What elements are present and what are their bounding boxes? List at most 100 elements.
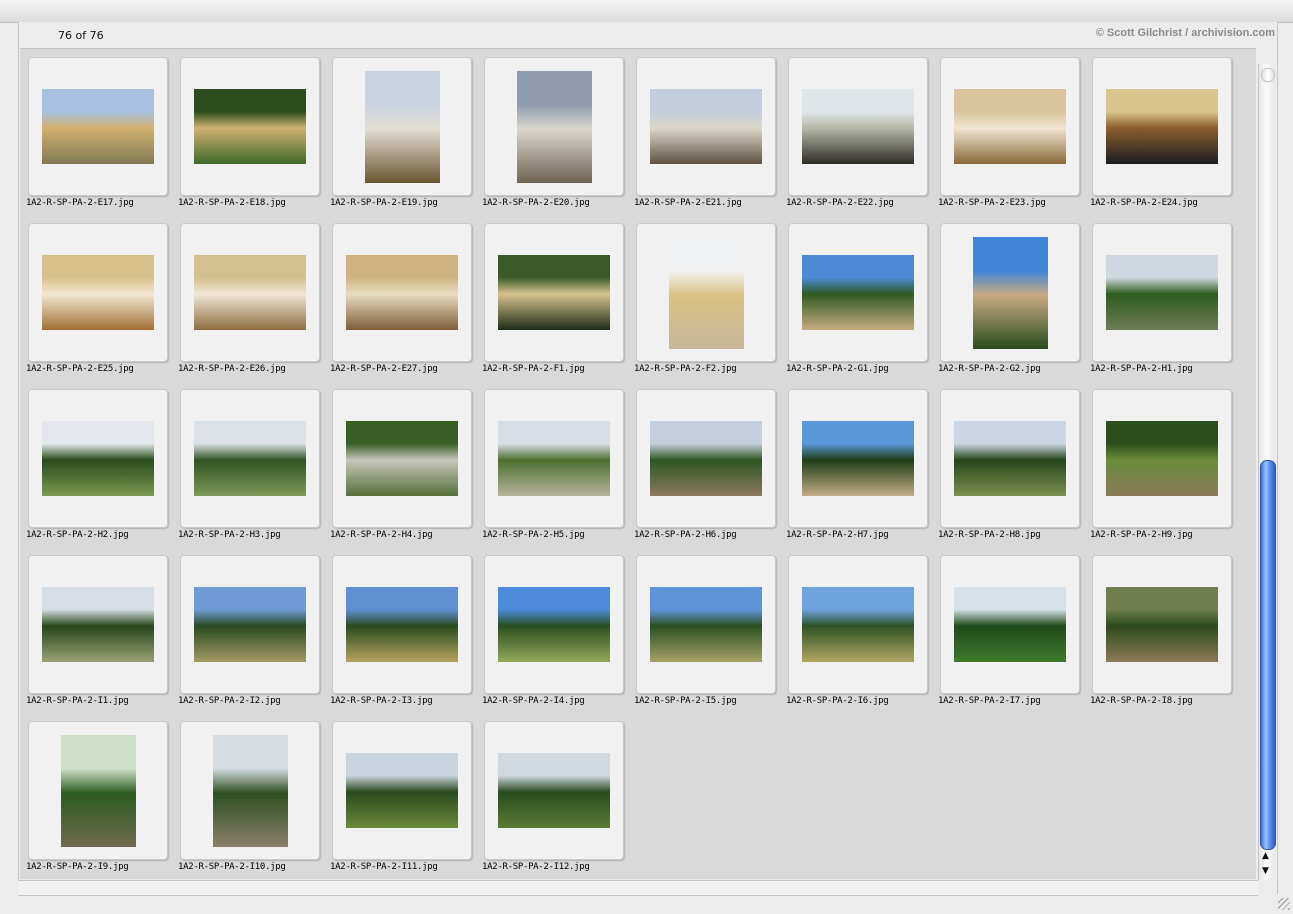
thumbnail-item[interactable]: 1A2-R-SP-PA-2-E17.jpg	[24, 51, 168, 217]
thumbnail-item[interactable]: 1A2-R-SP-PA-2-I11.jpg	[328, 715, 472, 881]
thumbnail-item[interactable]: 1A2-R-SP-PA-2-E25.jpg	[24, 217, 168, 383]
thumbnail-frame[interactable]	[940, 389, 1080, 528]
scrollbar-thumb[interactable]	[1260, 460, 1276, 850]
thumbnail-item[interactable]: 1A2-R-SP-PA-2-I9.jpg	[24, 715, 168, 881]
thumbnail-image[interactable]	[650, 89, 762, 164]
thumbnail-image[interactable]	[1106, 587, 1218, 662]
thumbnail-frame[interactable]	[332, 57, 472, 196]
thumbnail-image[interactable]	[802, 255, 914, 330]
thumbnail-item[interactable]: 1A2-R-SP-PA-2-H2.jpg	[24, 383, 168, 549]
thumbnail-frame[interactable]	[636, 57, 776, 196]
thumbnail-item[interactable]: 1A2-R-SP-PA-2-I7.jpg	[936, 549, 1080, 715]
thumbnail-frame[interactable]	[636, 555, 776, 694]
thumbnail-image[interactable]	[194, 89, 306, 164]
thumbnail-frame[interactable]	[1092, 389, 1232, 528]
thumbnail-frame[interactable]	[28, 721, 168, 860]
thumbnail-image[interactable]	[194, 421, 306, 496]
thumbnail-image[interactable]	[954, 587, 1066, 662]
thumbnail-item[interactable]: 1A2-R-SP-PA-2-H1.jpg	[1088, 217, 1232, 383]
thumbnail-frame[interactable]	[180, 57, 320, 196]
thumbnail-item[interactable]: 1A2-R-SP-PA-2-H5.jpg	[480, 383, 624, 549]
thumbnail-frame[interactable]	[1092, 555, 1232, 694]
thumbnail-item[interactable]: 1A2-R-SP-PA-2-E20.jpg	[480, 51, 624, 217]
thumbnail-item[interactable]: 1A2-R-SP-PA-2-E23.jpg	[936, 51, 1080, 217]
thumbnail-image[interactable]	[346, 753, 458, 828]
thumbnail-frame[interactable]	[484, 555, 624, 694]
thumbnail-image[interactable]	[61, 735, 136, 847]
thumbnail-item[interactable]: 1A2-R-SP-PA-2-H3.jpg	[176, 383, 320, 549]
thumbnail-item[interactable]: 1A2-R-SP-PA-2-I8.jpg	[1088, 549, 1232, 715]
thumbnail-image[interactable]	[42, 421, 154, 496]
thumbnail-item[interactable]: 1A2-R-SP-PA-2-I6.jpg	[784, 549, 928, 715]
thumbnail-image[interactable]	[954, 89, 1066, 164]
thumbnail-image[interactable]	[42, 587, 154, 662]
thumbnail-frame[interactable]	[484, 57, 624, 196]
thumbnail-image[interactable]	[1106, 89, 1218, 164]
thumbnail-item[interactable]: 1A2-R-SP-PA-2-E18.jpg	[176, 51, 320, 217]
thumbnail-frame[interactable]	[636, 389, 776, 528]
thumbnail-frame[interactable]	[28, 555, 168, 694]
thumbnail-image[interactable]	[42, 89, 154, 164]
thumbnail-frame[interactable]	[484, 223, 624, 362]
thumbnail-frame[interactable]	[1092, 223, 1232, 362]
thumbnail-item[interactable]: 1A2-R-SP-PA-2-H6.jpg	[632, 383, 776, 549]
thumbnail-image[interactable]	[498, 753, 610, 828]
thumbnail-frame[interactable]	[332, 721, 472, 860]
thumbnail-frame[interactable]	[180, 555, 320, 694]
thumbnail-image[interactable]	[194, 255, 306, 330]
thumbnail-frame[interactable]	[484, 389, 624, 528]
thumbnail-image[interactable]	[650, 421, 762, 496]
thumbnail-item[interactable]: 1A2-R-SP-PA-2-F2.jpg	[632, 217, 776, 383]
thumbnail-item[interactable]: 1A2-R-SP-PA-2-G2.jpg	[936, 217, 1080, 383]
thumbnail-item[interactable]: 1A2-R-SP-PA-2-E22.jpg	[784, 51, 928, 217]
thumbnail-image[interactable]	[346, 255, 458, 330]
thumbnail-frame[interactable]	[1092, 57, 1232, 196]
thumbnail-image[interactable]	[194, 587, 306, 662]
thumbnail-item[interactable]: 1A2-R-SP-PA-2-G1.jpg	[784, 217, 928, 383]
thumbnail-image[interactable]	[669, 237, 744, 349]
thumbnail-item[interactable]: 1A2-R-SP-PA-2-I10.jpg	[176, 715, 320, 881]
thumbnail-item[interactable]: 1A2-R-SP-PA-2-I2.jpg	[176, 549, 320, 715]
scroll-up-arrow-icon[interactable]: ▲	[1262, 851, 1269, 861]
thumbnail-frame[interactable]	[788, 555, 928, 694]
thumbnail-frame[interactable]	[180, 721, 320, 860]
scroll-down-arrow-icon[interactable]: ▼	[1262, 866, 1269, 876]
thumbnail-item[interactable]: 1A2-R-SP-PA-2-E26.jpg	[176, 217, 320, 383]
thumbnail-item[interactable]: 1A2-R-SP-PA-2-I3.jpg	[328, 549, 472, 715]
thumbnail-frame[interactable]	[484, 721, 624, 860]
thumbnail-image[interactable]	[973, 237, 1048, 349]
thumbnail-item[interactable]: 1A2-R-SP-PA-2-H8.jpg	[936, 383, 1080, 549]
resize-grip-icon[interactable]	[1278, 898, 1290, 910]
thumbnail-item[interactable]: 1A2-R-SP-PA-2-E24.jpg	[1088, 51, 1232, 217]
thumbnail-image[interactable]	[346, 421, 458, 496]
thumbnail-image[interactable]	[1106, 255, 1218, 330]
thumbnail-item[interactable]: 1A2-R-SP-PA-2-I12.jpg	[480, 715, 624, 881]
thumbnail-frame[interactable]	[28, 57, 168, 196]
thumbnail-frame[interactable]	[940, 555, 1080, 694]
thumbnail-frame[interactable]	[940, 223, 1080, 362]
thumbnail-item[interactable]: 1A2-R-SP-PA-2-E21.jpg	[632, 51, 776, 217]
thumbnail-image[interactable]	[498, 421, 610, 496]
thumbnail-frame[interactable]	[28, 223, 168, 362]
thumbnail-frame[interactable]	[180, 389, 320, 528]
thumbnail-image[interactable]	[365, 71, 440, 183]
thumbnail-frame[interactable]	[788, 57, 928, 196]
thumbnail-frame[interactable]	[332, 389, 472, 528]
thumbnail-frame[interactable]	[788, 389, 928, 528]
thumbnail-image[interactable]	[802, 89, 914, 164]
thumbnail-frame[interactable]	[636, 223, 776, 362]
thumbnail-item[interactable]: 1A2-R-SP-PA-2-I4.jpg	[480, 549, 624, 715]
thumbnail-item[interactable]: 1A2-R-SP-PA-2-E27.jpg	[328, 217, 472, 383]
thumbnail-image[interactable]	[802, 587, 914, 662]
thumbnail-image[interactable]	[346, 587, 458, 662]
thumbnail-frame[interactable]	[180, 223, 320, 362]
thumbnail-image[interactable]	[213, 735, 288, 847]
thumbnail-frame[interactable]	[788, 223, 928, 362]
thumbnail-item[interactable]: 1A2-R-SP-PA-2-I5.jpg	[632, 549, 776, 715]
thumbnail-item[interactable]: 1A2-R-SP-PA-2-E19.jpg	[328, 51, 472, 217]
thumbnail-item[interactable]: 1A2-R-SP-PA-2-H4.jpg	[328, 383, 472, 549]
vertical-scrollbar[interactable]: ▲ ▼	[1258, 64, 1276, 880]
thumbnail-image[interactable]	[1106, 421, 1218, 496]
thumbnail-item[interactable]: 1A2-R-SP-PA-2-H9.jpg	[1088, 383, 1232, 549]
thumbnail-item[interactable]: 1A2-R-SP-PA-2-H7.jpg	[784, 383, 928, 549]
